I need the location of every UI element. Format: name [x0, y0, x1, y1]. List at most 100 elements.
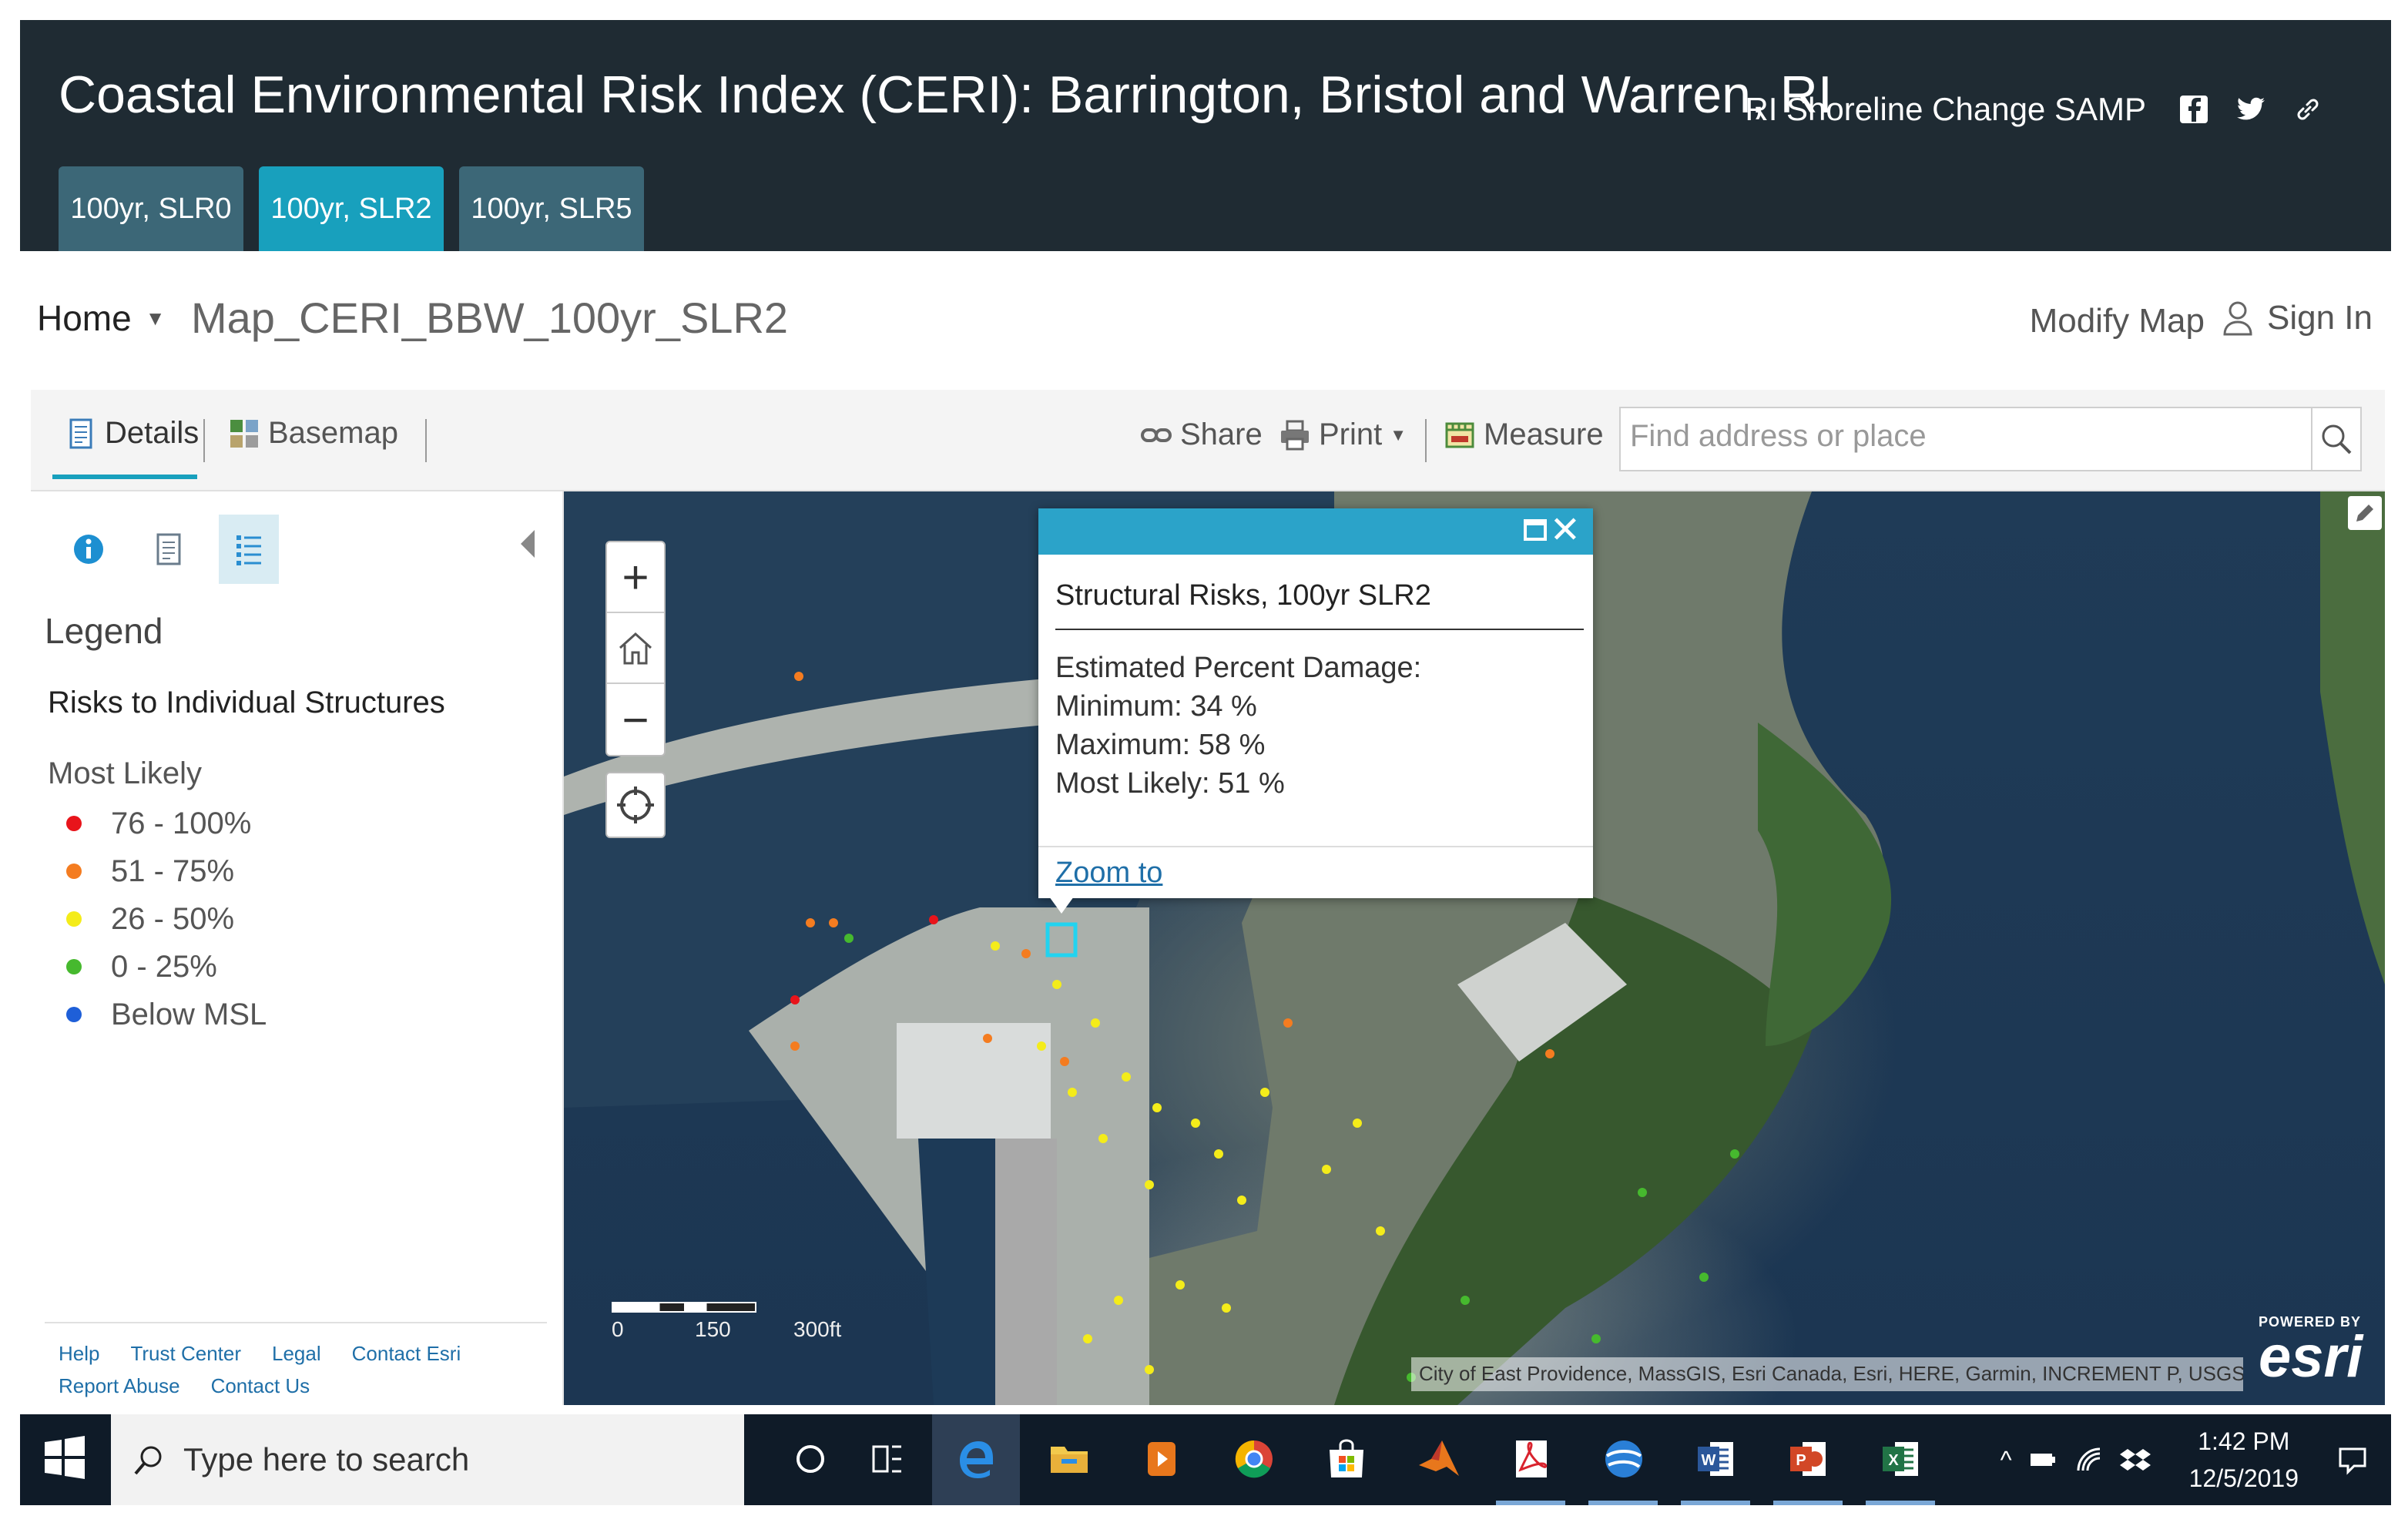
legal-link[interactable]: Legal [272, 1337, 321, 1370]
about-tab[interactable] [59, 515, 119, 584]
powerpoint-icon[interactable]: P [1781, 1431, 1836, 1487]
taskbar-search[interactable]: Type here to search [111, 1414, 744, 1505]
contact-us-link[interactable]: Contact Us [211, 1370, 310, 1402]
notifications-icon[interactable] [2337, 1444, 2368, 1475]
printer-icon [1281, 420, 1309, 450]
chrome-icon[interactable] [1226, 1431, 1282, 1487]
word-icon[interactable]: W [1689, 1431, 1744, 1487]
shoreline-samp-link[interactable]: RI Shoreline Change SAMP [1745, 91, 2146, 128]
tab-100yr-slr2[interactable]: 100yr, SLR2 [259, 166, 444, 251]
collapse-panel-icon[interactable] [521, 530, 535, 558]
microsoft-store-icon[interactable] [1319, 1431, 1374, 1487]
zoom-out-button[interactable]: − [607, 684, 664, 755]
task-view-icon[interactable] [860, 1431, 915, 1487]
legend-field-title: Most Likely [48, 756, 203, 790]
contact-esri-link[interactable]: Contact Esri [352, 1337, 461, 1370]
system-clock[interactable]: 1:42 PM 12/5/2019 [2189, 1423, 2299, 1497]
media-player-icon[interactable] [1134, 1431, 1189, 1487]
clock-time: 1:42 PM [2198, 1427, 2290, 1455]
default-extent-button[interactable] [607, 613, 664, 684]
print-button[interactable]: Print ▼ [1279, 418, 1407, 452]
modify-map-link[interactable]: Modify Map [2030, 302, 2205, 340]
active-app-indicator [1496, 1501, 1565, 1505]
dropbox-icon[interactable] [2119, 1444, 2151, 1475]
measure-icon [1445, 422, 1474, 448]
map-search-input[interactable]: Find address or place [1619, 407, 2312, 471]
tab-100yr-slr5[interactable]: 100yr, SLR5 [459, 166, 644, 251]
locate-button[interactable] [605, 772, 666, 838]
details-label: Details [105, 416, 200, 450]
map-name: Map_CERI_BBW_100yr_SLR2 [191, 293, 789, 342]
app-header: Coastal Environmental Risk Index (CERI):… [20, 20, 2391, 251]
show-hidden-icons[interactable]: ^ [2001, 1446, 2012, 1474]
basemap-button[interactable]: Basemap [228, 416, 398, 451]
edge-browser-icon[interactable] [932, 1414, 1020, 1505]
tab-100yr-slr0[interactable]: 100yr, SLR0 [59, 166, 243, 251]
file-explorer-icon[interactable] [1041, 1431, 1097, 1487]
toolbar-divider [203, 419, 205, 462]
basemap-grid-icon [230, 419, 258, 448]
trust-center-link[interactable]: Trust Center [130, 1337, 241, 1370]
measure-label: Measure [1484, 418, 1604, 451]
zoom-in-button[interactable]: + [607, 542, 664, 613]
popup-pointer [1049, 897, 1074, 914]
facebook-icon[interactable] [2177, 92, 2211, 126]
home-menu[interactable]: Home ▼ [37, 297, 165, 339]
red-dot-symbol [66, 816, 82, 831]
popup-content: Estimated Percent Damage: Minimum: 34 % … [1055, 649, 1421, 803]
report-abuse-link[interactable]: Report Abuse [59, 1370, 180, 1402]
google-earth-icon[interactable] [1596, 1431, 1652, 1487]
details-active-indicator [52, 475, 197, 479]
wifi-icon[interactable] [2074, 1444, 2104, 1475]
damage-minimum: Minimum: 34 % [1055, 690, 1257, 723]
map-search-button[interactable] [2312, 407, 2362, 471]
details-button[interactable]: Details [65, 416, 199, 451]
excel-icon[interactable]: X [1873, 1431, 1929, 1487]
feature-popup: ✕ Structural Risks, 100yr SLR2 Estimated… [1038, 508, 1593, 898]
legend-item: 0 - 25% [66, 943, 267, 991]
content-tab[interactable] [139, 515, 199, 584]
home-label: Home [37, 298, 132, 338]
close-icon[interactable]: ✕ [1550, 511, 1581, 550]
twitter-icon[interactable] [2234, 92, 2268, 126]
header-links: RI Shoreline Change SAMP [1745, 91, 2325, 128]
esri-logo[interactable]: POWERED BY esri [2259, 1314, 2363, 1387]
scale-bar-graphic [612, 1302, 756, 1313]
link-icon[interactable] [2291, 92, 2325, 126]
damage-maximum: Maximum: 58 % [1055, 729, 1266, 761]
damage-most-likely: Most Likely: 51 % [1055, 767, 1285, 800]
map-edit-icon[interactable] [2348, 496, 2382, 530]
details-panel: Legend Risks to Individual Structures Mo… [31, 491, 564, 1405]
matlab-icon[interactable] [1411, 1431, 1467, 1487]
scenario-tabs: 100yr, SLR0 100yr, SLR2 100yr, SLR5 [59, 166, 644, 251]
print-label: Print [1319, 418, 1383, 451]
popup-divider [1055, 629, 1584, 630]
legend-item: 76 - 100% [66, 800, 267, 847]
active-app-indicator [1866, 1501, 1935, 1505]
acrobat-reader-icon[interactable] [1504, 1431, 1559, 1487]
info-icon [74, 535, 103, 564]
share-label: Share [1180, 418, 1263, 451]
battery-icon[interactable] [2027, 1444, 2058, 1475]
legend-item-label: Below MSL [111, 997, 267, 1031]
taskbar-search-placeholder: Type here to search [183, 1441, 470, 1477]
maximize-icon[interactable] [1524, 519, 1547, 541]
windows-start-icon[interactable] [42, 1434, 88, 1481]
legend-item: 26 - 50% [66, 895, 267, 943]
legend-item: 51 - 75% [66, 847, 267, 895]
share-button[interactable]: Share [1140, 418, 1263, 452]
zoom-to-link[interactable]: Zoom to [1055, 857, 1162, 890]
help-link[interactable]: Help [59, 1337, 99, 1370]
legend-item-label: 0 - 25% [111, 949, 217, 984]
windows-taskbar: Type here to search W P X ^ 1:42 PM 12/5… [20, 1414, 2391, 1505]
basemap-label: Basemap [268, 416, 398, 450]
sign-in-link[interactable]: Sign In [2222, 299, 2373, 337]
search-icon [134, 1446, 162, 1475]
popup-header: ✕ [1038, 508, 1593, 555]
legend-tab[interactable] [219, 515, 279, 584]
legend-list-icon [236, 535, 261, 565]
measure-button[interactable]: Measure [1444, 418, 1604, 452]
search-icon [2322, 424, 2352, 454]
active-app-indicator [1681, 1501, 1750, 1505]
cortana-icon[interactable] [783, 1431, 838, 1487]
